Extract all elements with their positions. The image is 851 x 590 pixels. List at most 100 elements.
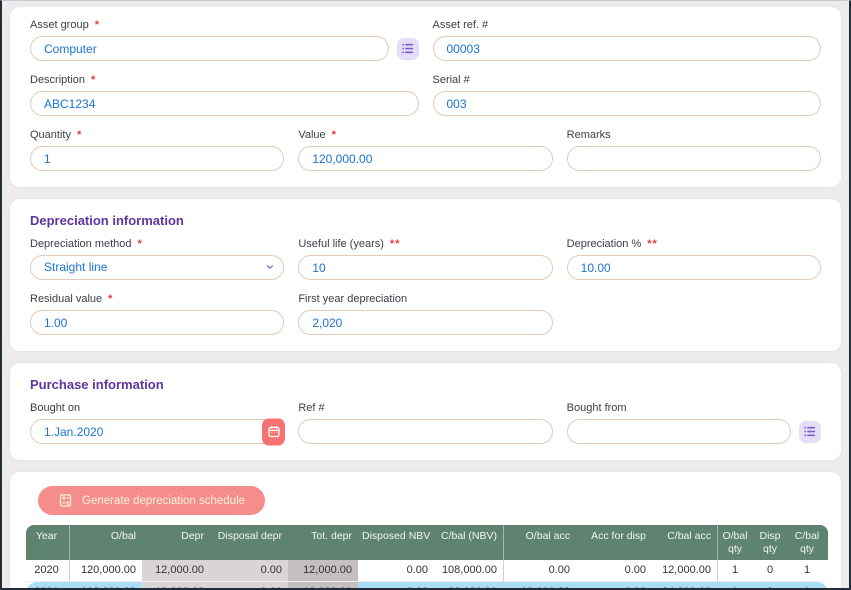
depreciation-method-label: Depreciation method <box>30 238 132 250</box>
schedule-cell: 12,000.00 <box>652 560 718 582</box>
depreciation-schedule-table: YearO/balDeprDisposal deprTot. deprDispo… <box>26 525 828 590</box>
column-header-disposed-nbv: Disposed NBV <box>358 525 434 560</box>
description-label: Description <box>30 74 85 86</box>
schedule-cell: 12,000.00 <box>142 560 210 582</box>
depreciation-section-title: Depreciation information <box>30 213 821 228</box>
field-ref: Ref # <box>298 402 552 444</box>
schedule-cell: 0.00 <box>504 560 576 582</box>
schedule-cell: 1 <box>788 582 828 590</box>
depreciation-info-panel: Depreciation information Depreciation me… <box>10 199 841 351</box>
column-header-year: Year <box>26 525 70 560</box>
asset-group-lookup-button[interactable] <box>397 38 419 60</box>
column-header-o-bal-qty: O/bal qty <box>718 525 754 560</box>
depreciation-pct-label: Depreciation % <box>567 238 642 250</box>
schedule-cell: 0.00 <box>576 560 652 582</box>
column-header-o-bal-acc: O/bal acc <box>504 525 576 560</box>
bought-from-lookup-button[interactable] <box>799 421 821 443</box>
asset-ref-label: Asset ref. # <box>433 19 489 31</box>
asset-group-input[interactable] <box>30 36 389 61</box>
quantity-input[interactable] <box>30 146 284 171</box>
schedule-row-2021[interactable]: 2021108,000.0012,000.000.0012,000.000.00… <box>26 582 828 590</box>
bought-from-input[interactable] <box>567 419 791 444</box>
calculator-icon <box>58 493 73 508</box>
column-header-disposal-depr: Disposal depr <box>210 525 288 560</box>
column-header-c-bal-qty: C/bal qty <box>788 525 828 560</box>
column-header-disp-qty: Disp qty <box>754 525 788 560</box>
field-bought-from: Bought from <box>567 402 821 444</box>
field-residual-value: Residual value * <box>30 293 284 335</box>
purchase-section-title: Purchase information <box>30 377 821 392</box>
description-input[interactable] <box>30 91 419 116</box>
schedule-cell: 1 <box>718 560 754 582</box>
description-required-marker: * <box>91 74 96 86</box>
remarks-label: Remarks <box>567 129 611 141</box>
ref-label: Ref # <box>298 402 324 414</box>
depreciation-method-select[interactable]: Straight line <box>30 255 284 280</box>
bought-on-label: Bought on <box>30 402 80 414</box>
field-depreciation-method: Depreciation method * Straight line <box>30 238 284 280</box>
schedule-cell: 12,000.00 <box>142 582 210 590</box>
schedule-cell: 2021 <box>26 582 70 590</box>
serial-label: Serial # <box>433 74 470 86</box>
asset-group-required-marker: * <box>95 19 100 31</box>
general-info-panel: Asset group * <box>10 7 841 187</box>
first-year-depreciation-label: First year depreciation <box>298 293 407 305</box>
list-icon <box>401 42 414 55</box>
depreciation-pct-required-marker: ** <box>647 238 658 250</box>
field-useful-life: Useful life (years) ** <box>298 238 552 280</box>
depreciation-pct-input[interactable] <box>567 255 821 280</box>
asset-ref-input[interactable] <box>433 36 822 61</box>
field-quantity: Quantity * <box>30 129 284 171</box>
schedule-cell: 12,000.00 <box>504 582 576 590</box>
schedule-cell: 0.00 <box>210 560 288 582</box>
schedule-cell: 108,000.00 <box>70 582 142 590</box>
bought-on-input[interactable] <box>30 419 284 444</box>
schedule-header-row: YearO/balDeprDisposal deprTot. deprDispo… <box>26 525 828 560</box>
depreciation-method-required-marker: * <box>138 238 143 250</box>
calendar-icon <box>267 425 281 439</box>
schedule-cell: 120,000.00 <box>70 560 142 582</box>
bought-from-label: Bought from <box>567 402 627 414</box>
residual-value-required-marker: * <box>108 293 113 305</box>
schedule-cell: 0 <box>754 560 788 582</box>
schedule-cell: 108,000.00 <box>434 560 504 582</box>
schedule-cell: 2020 <box>26 560 70 582</box>
schedule-cell: 0 <box>754 582 788 590</box>
bought-on-datepicker-button[interactable] <box>262 418 285 445</box>
useful-life-required-marker: ** <box>390 238 401 250</box>
column-header-c-bal-acc: C/bal acc <box>652 525 718 560</box>
schedule-cell: 24,000.00 <box>652 582 718 590</box>
asset-form-window: Asset group * <box>0 0 851 590</box>
generate-depreciation-schedule-button[interactable]: Generate depreciation schedule <box>38 486 265 515</box>
column-header-o-bal: O/bal <box>70 525 142 560</box>
residual-value-input[interactable] <box>30 310 284 335</box>
field-remarks: Remarks <box>567 129 821 171</box>
list-icon <box>803 425 816 438</box>
useful-life-label: Useful life (years) <box>298 238 384 250</box>
column-header-acc-for-disp: Acc for disp <box>576 525 652 560</box>
serial-input[interactable] <box>433 91 822 116</box>
schedule-panel: Generate depreciation schedule YearO/bal… <box>10 472 841 590</box>
field-asset-group: Asset group * <box>30 19 419 61</box>
purchase-info-panel: Purchase information Bought on <box>10 363 841 460</box>
schedule-cell: 96,000.00 <box>434 582 504 590</box>
quantity-label: Quantity <box>30 129 71 141</box>
schedule-cell: 0.00 <box>210 582 288 590</box>
column-header-depr: Depr <box>142 525 210 560</box>
first-year-depreciation-input[interactable] <box>298 310 552 335</box>
value-label: Value <box>298 129 325 141</box>
remarks-input[interactable] <box>567 146 821 171</box>
value-input[interactable] <box>298 146 552 171</box>
column-header-c-bal-nbv-: C/bal (NBV) <box>434 525 504 560</box>
schedule-cell: 0.00 <box>576 582 652 590</box>
column-header-tot-depr: Tot. depr <box>288 525 358 560</box>
schedule-cell: 1 <box>718 582 754 590</box>
ref-input[interactable] <box>298 419 552 444</box>
field-value: Value * <box>298 129 552 171</box>
useful-life-input[interactable] <box>298 255 552 280</box>
schedule-cell: 0.00 <box>358 560 434 582</box>
schedule-row-2020[interactable]: 2020120,000.0012,000.000.0012,000.000.00… <box>26 560 828 582</box>
schedule-cell: 0.00 <box>358 582 434 590</box>
generate-button-label: Generate depreciation schedule <box>82 495 245 507</box>
asset-group-label: Asset group <box>30 19 89 31</box>
